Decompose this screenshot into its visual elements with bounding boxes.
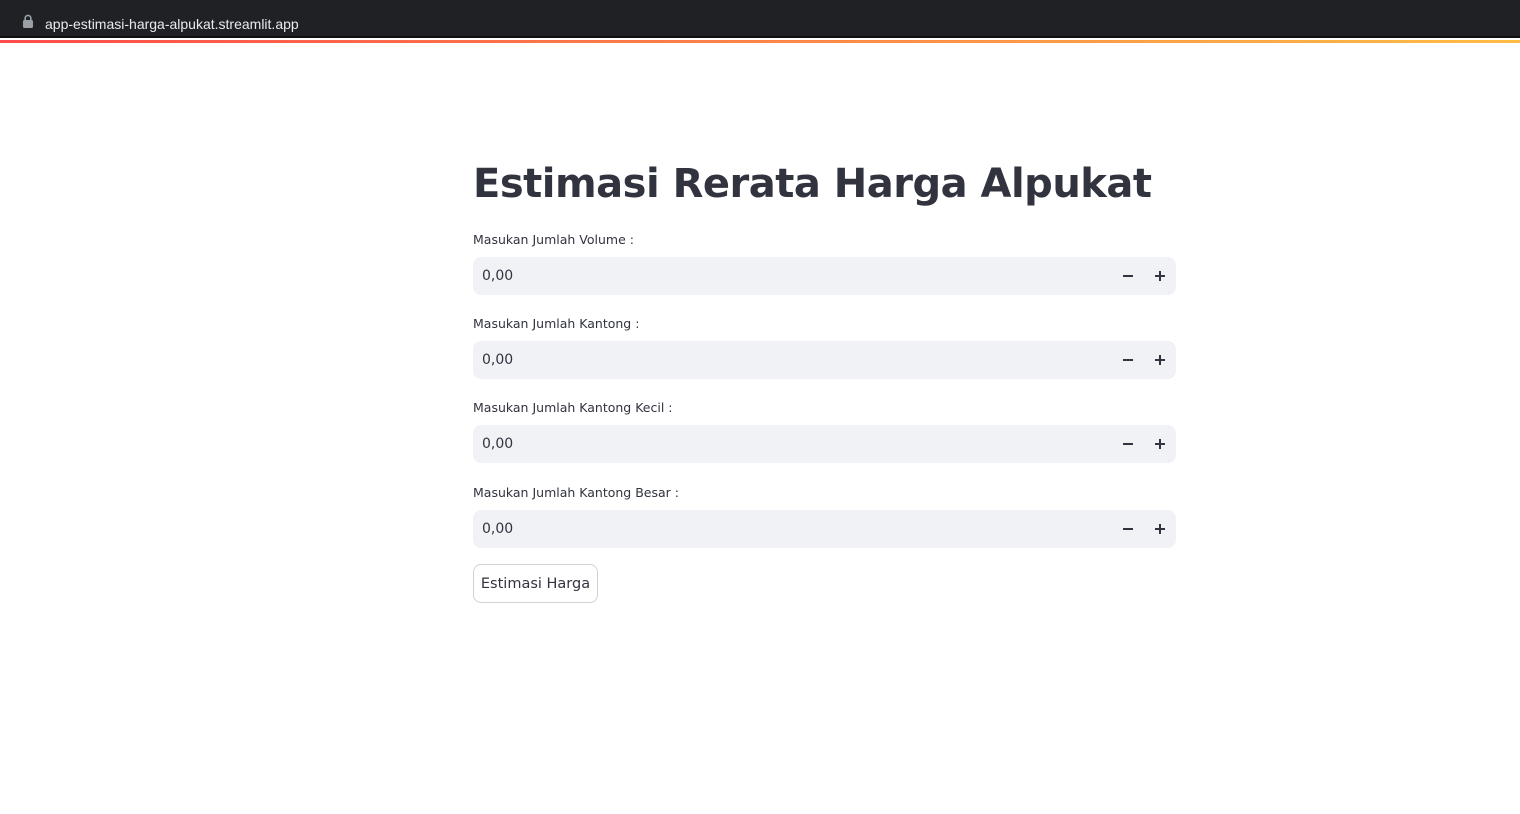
kantong-label: Masukan Jumlah Kantong :: [473, 316, 640, 331]
kantong-decrement-button[interactable]: [1112, 341, 1144, 379]
browser-address-bar: app-estimasi-harga-alpukat.streamlit.app: [0, 0, 1520, 38]
minus-icon: [1123, 443, 1133, 445]
kantong-kecil-increment-button[interactable]: [1144, 425, 1176, 463]
minus-icon: [1123, 359, 1133, 361]
plus-icon: [1155, 439, 1165, 449]
kantong-besar-number-input[interactable]: 0,00: [473, 510, 1176, 548]
kantong-besar-label: Masukan Jumlah Kantong Besar :: [473, 485, 679, 500]
kantong-besar-increment-button[interactable]: [1144, 510, 1176, 548]
url-field[interactable]: app-estimasi-harga-alpukat.streamlit.app: [6, 4, 1520, 36]
page-title: Estimasi Rerata Harga Alpukat: [473, 161, 1152, 207]
volume-value[interactable]: 0,00: [482, 257, 513, 295]
volume-decrement-button[interactable]: [1112, 257, 1144, 295]
kantong-kecil-label: Masukan Jumlah Kantong Kecil :: [473, 400, 673, 415]
kantong-besar-field: Masukan Jumlah Kantong Besar : 0,00: [473, 484, 1177, 548]
plus-icon: [1155, 271, 1165, 281]
kantong-value[interactable]: 0,00: [482, 341, 513, 379]
kantong-field: Masukan Jumlah Kantong : 0,00: [473, 315, 1177, 379]
volume-label: Masukan Jumlah Volume :: [473, 232, 634, 247]
volume-number-input[interactable]: 0,00: [473, 257, 1176, 295]
plus-icon: [1155, 524, 1165, 534]
kantong-number-input[interactable]: 0,00: [473, 341, 1176, 379]
kantong-besar-value[interactable]: 0,00: [482, 510, 513, 548]
minus-icon: [1123, 275, 1133, 277]
volume-increment-button[interactable]: [1144, 257, 1176, 295]
estimasi-harga-button[interactable]: Estimasi Harga: [473, 564, 598, 603]
kantong-kecil-number-input[interactable]: 0,00: [473, 425, 1176, 463]
kantong-kecil-decrement-button[interactable]: [1112, 425, 1144, 463]
kantong-kecil-field: Masukan Jumlah Kantong Kecil : 0,00: [473, 399, 1177, 463]
minus-icon: [1123, 528, 1133, 530]
kantong-increment-button[interactable]: [1144, 341, 1176, 379]
header-decoration-bar: [0, 40, 1520, 43]
kantong-besar-decrement-button[interactable]: [1112, 510, 1144, 548]
url-text[interactable]: app-estimasi-harga-alpukat.streamlit.app: [45, 15, 299, 33]
volume-field: Masukan Jumlah Volume : 0,00: [473, 231, 1177, 295]
lock-icon[interactable]: [22, 14, 34, 28]
plus-icon: [1155, 355, 1165, 365]
main-content: Estimasi Rerata Harga Alpukat Masukan Ju…: [473, 150, 1177, 603]
kantong-kecil-value[interactable]: 0,00: [482, 425, 513, 463]
